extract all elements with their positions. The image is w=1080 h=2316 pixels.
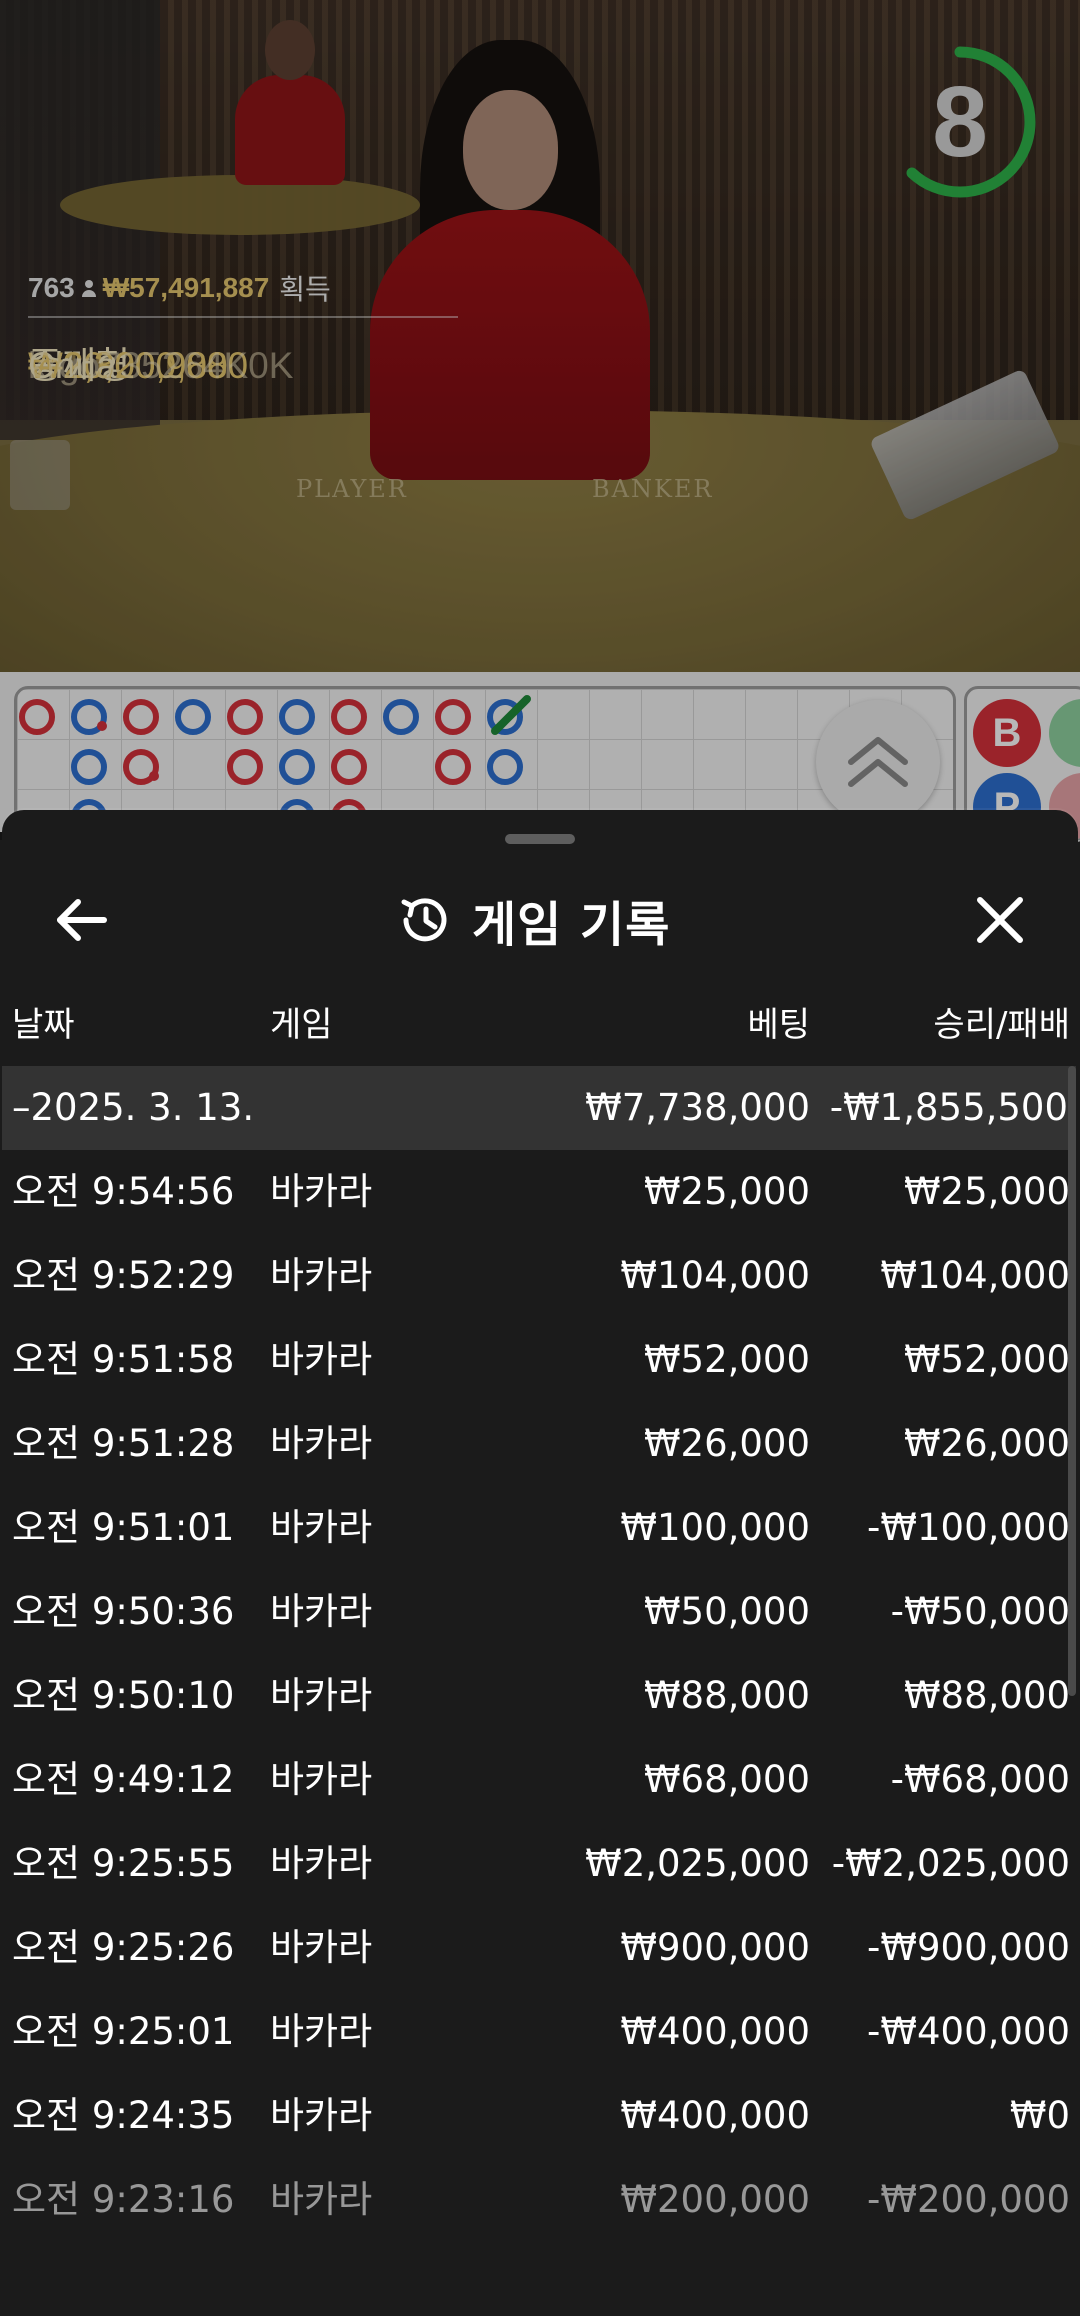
- column-header-result[interactable]: 승리/패배: [933, 995, 1070, 1055]
- row-time: 오전 9:52:29: [12, 1254, 235, 1297]
- row-time: 오전 9:24:35: [12, 2094, 235, 2137]
- row-game: 바카라: [270, 1170, 373, 1213]
- row-time: 오전 9:50:10: [12, 1674, 235, 1717]
- history-scrollbar[interactable]: [1068, 1066, 1076, 1696]
- history-row[interactable]: 오전 9:25:55 바카라 ₩2,025,000 -₩2,025,000: [2, 1822, 1078, 1906]
- history-row[interactable]: 오전 9:25:01 바카라 ₩400,000 -₩400,000: [2, 1990, 1078, 2074]
- row-game: 바카라: [270, 1590, 373, 1633]
- summary-bet-total: ₩7,738,000: [585, 1086, 810, 1129]
- history-row[interactable]: 오전 9:23:16 바카라 ₩200,000 -₩200,000: [2, 2158, 1078, 2242]
- row-bet: ₩200,000: [620, 2178, 810, 2221]
- row-bet: ₩900,000: [620, 1926, 810, 1969]
- date-summary-row[interactable]: –2025. 3. 13. ₩7,738,000 -₩1,855,500: [2, 1066, 1076, 1150]
- row-bet: ₩88,000: [643, 1674, 810, 1717]
- row-result: -₩2,025,000: [831, 1842, 1070, 1885]
- row-game: 바카라: [270, 2178, 373, 2221]
- row-result: -₩200,000: [867, 2178, 1070, 2221]
- row-result: -₩900,000: [867, 1926, 1070, 1969]
- row-game: 바카라: [270, 1338, 373, 1381]
- row-result: -₩100,000: [867, 1506, 1070, 1549]
- history-row[interactable]: 오전 9:50:10 바카라 ₩88,000 ₩88,000: [2, 1654, 1078, 1738]
- row-bet: ₩400,000: [620, 2010, 810, 2053]
- row-game: 바카라: [270, 1422, 373, 1465]
- row-game: 바카라: [270, 2010, 373, 2053]
- row-result: -₩50,000: [890, 1590, 1070, 1633]
- column-header-game[interactable]: 게임: [270, 995, 333, 1055]
- back-button[interactable]: [52, 890, 112, 950]
- summary-result-total: -₩1,855,500: [829, 1086, 1068, 1129]
- history-row[interactable]: 오전 9:51:28 바카라 ₩26,000 ₩26,000: [2, 1402, 1078, 1486]
- row-bet: ₩26,000: [643, 1422, 810, 1465]
- history-row[interactable]: 오전 9:50:36 바카라 ₩50,000 -₩50,000: [2, 1570, 1078, 1654]
- row-result: ₩25,000: [903, 1170, 1070, 1213]
- column-header-date[interactable]: 날짜: [12, 995, 75, 1055]
- row-result: ₩104,000: [880, 1254, 1070, 1297]
- row-result: ₩26,000: [903, 1422, 1070, 1465]
- game-history-sheet: 게임 기록 날짜 게임 베팅 승리/패배 –2025. 3. 13. ₩7,73…: [2, 810, 1078, 2316]
- close-button[interactable]: [970, 890, 1030, 950]
- row-bet: ₩400,000: [620, 2094, 810, 2137]
- row-time: 오전 9:50:36: [12, 1590, 235, 1633]
- row-game: 바카라: [270, 1926, 373, 1969]
- sheet-drag-handle[interactable]: [505, 834, 575, 844]
- row-time: 오전 9:25:26: [12, 1926, 235, 1969]
- row-time: 오전 9:49:12: [12, 1758, 235, 1801]
- row-result: ₩52,000: [903, 1338, 1070, 1381]
- history-row[interactable]: 오전 9:54:56 바카라 ₩25,000 ₩25,000: [2, 1150, 1078, 1234]
- row-time: 오전 9:54:56: [12, 1170, 235, 1213]
- row-game: 바카라: [270, 1758, 373, 1801]
- row-bet: ₩100,000: [620, 1506, 810, 1549]
- sheet-title-group: 게임 기록: [396, 880, 670, 960]
- row-time: 오전 9:25:55: [12, 1842, 235, 1885]
- row-time: 오전 9:51:01: [12, 1506, 235, 1549]
- row-game: 바카라: [270, 1674, 373, 1717]
- summary-date: –2025. 3. 13.: [12, 1086, 255, 1129]
- history-row[interactable]: 오전 9:51:01 바카라 ₩100,000 -₩100,000: [2, 1486, 1078, 1570]
- row-result: -₩400,000: [867, 2010, 1070, 2053]
- row-bet: ₩104,000: [620, 1254, 810, 1297]
- row-bet: ₩50,000: [643, 1590, 810, 1633]
- sheet-title: 게임 기록: [472, 897, 671, 953]
- history-row[interactable]: 오전 9:25:26 바카라 ₩900,000 -₩900,000: [2, 1906, 1078, 1990]
- history-row[interactable]: 오전 9:51:58 바카라 ₩52,000 ₩52,000: [2, 1318, 1078, 1402]
- history-row[interactable]: 오전 9:24:35 바카라 ₩400,000 ₩0: [2, 2074, 1078, 2158]
- row-bet: ₩2,025,000: [585, 1842, 810, 1885]
- row-result: -₩68,000: [890, 1758, 1070, 1801]
- row-game: 바카라: [270, 1506, 373, 1549]
- row-game: 바카라: [270, 1842, 373, 1885]
- row-game: 바카라: [270, 1254, 373, 1297]
- column-header-bet[interactable]: 베팅: [747, 995, 810, 1055]
- row-game: 바카라: [270, 2094, 373, 2137]
- arrow-left-icon: [57, 899, 107, 941]
- row-result: ₩0: [1009, 2094, 1070, 2137]
- row-bet: ₩52,000: [643, 1338, 810, 1381]
- row-bet: ₩25,000: [643, 1170, 810, 1213]
- history-row[interactable]: 오전 9:49:12 바카라 ₩68,000 -₩68,000: [2, 1738, 1078, 1822]
- row-time: 오전 9:23:16: [12, 2178, 235, 2221]
- history-row[interactable]: 오전 9:52:29 바카라 ₩104,000 ₩104,000: [2, 1234, 1078, 1318]
- row-bet: ₩68,000: [643, 1758, 810, 1801]
- row-time: 오전 9:25:01: [12, 2010, 235, 2053]
- row-result: ₩88,000: [903, 1674, 1070, 1717]
- sheet-header: 게임 기록: [2, 850, 1078, 970]
- row-time: 오전 9:51:28: [12, 1422, 235, 1465]
- close-icon: [977, 897, 1023, 943]
- history-icon: [401, 898, 447, 942]
- row-time: 오전 9:51:58: [12, 1338, 235, 1381]
